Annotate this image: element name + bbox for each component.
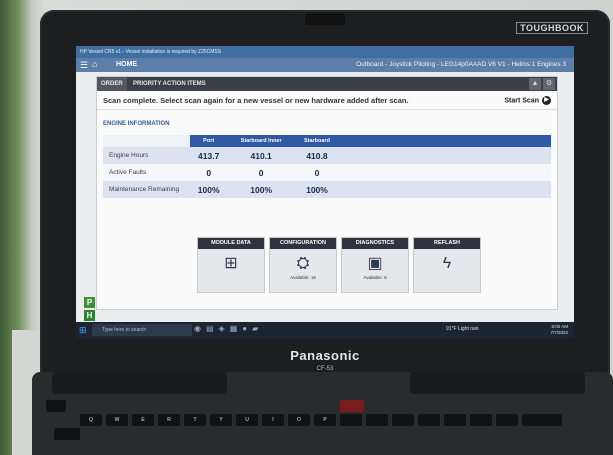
row-label: Engine Hours	[103, 147, 190, 164]
taskbar-clock[interactable]: 8:00 AM 7/7/2022	[550, 324, 568, 336]
start-scan-button[interactable]: Start Scan ▶	[504, 96, 551, 105]
diagnostics-monitor-icon: ▣	[367, 255, 383, 272]
table-cell: 0	[227, 164, 295, 181]
vessel-title: Outboard - Joystick Piloting - LEG14p0AA…	[356, 61, 566, 68]
card-title: CONFIGURATION	[270, 238, 336, 249]
keyboard-key[interactable]: W	[106, 414, 128, 426]
row-fill	[339, 181, 551, 198]
panasonic-logo: Panasonic	[290, 348, 360, 363]
row-label: Active Faults	[103, 164, 190, 181]
scan-message: Scan complete. Select scan again for a n…	[103, 96, 409, 105]
menu-icon[interactable]: ☰	[80, 60, 88, 71]
start-scan-label: Start Scan	[504, 97, 539, 105]
keyboard-key[interactable]: U	[236, 414, 258, 426]
taskbar: ⊞ Type here to search ◉▤◈▦●▰ 91°F Light …	[76, 322, 574, 338]
card-subtitle: Available: 9	[363, 275, 387, 280]
table-row: Maintenance Remaining 100% 100% 100%	[103, 181, 551, 198]
home-label[interactable]: HOME	[116, 61, 137, 68]
reflash-card[interactable]: REFLASH ϟ	[413, 237, 481, 293]
window-titlebar: HP Vessel CR5 v1 - Vessel installation i…	[76, 46, 574, 58]
keyboard-key[interactable]: Y	[210, 414, 232, 426]
screen: HP Vessel CR5 v1 - Vessel installation i…	[76, 46, 574, 338]
keyboard-key[interactable]: O	[288, 414, 310, 426]
taskbar-search[interactable]: Type here to search	[92, 324, 192, 336]
settings-icon[interactable]: ⚙	[543, 78, 555, 90]
clock-date: 7/7/2022	[550, 330, 568, 335]
module-data-card[interactable]: MODULE DATA ⊞	[197, 237, 265, 293]
engine-info-table: Port Starboard Inner Starboard Engine Ho…	[103, 135, 551, 198]
table-row: Active Faults 0 0 0	[103, 164, 551, 181]
module-tree-icon: ⊞	[224, 255, 238, 272]
weather-widget[interactable]: 91°F Light rain	[446, 326, 479, 332]
tab-order[interactable]: ORDER	[97, 77, 127, 91]
tab-bar: ORDER PRIORITY ACTION ITEMS ▲ ⚙	[97, 77, 557, 91]
header-fill	[339, 135, 551, 147]
hinge-right	[410, 372, 585, 394]
toughbook-badge: TOUGHBOOK	[516, 22, 588, 34]
keyboard: Q W E R T Y U I O P	[40, 400, 610, 455]
clock-time: 8:00 AM	[551, 324, 568, 329]
keyboard-key[interactable]	[366, 414, 388, 426]
keyboard-key[interactable]: R	[158, 414, 180, 426]
row-fill	[339, 147, 551, 164]
diagnostics-card[interactable]: DIAGNOSTICS ▣ Available: 9	[341, 237, 409, 293]
table-cell: 413.7	[190, 147, 228, 164]
keyboard-key[interactable]	[470, 414, 492, 426]
tab-priority-action-items[interactable]: PRIORITY ACTION ITEMS	[129, 77, 210, 91]
keyboard-key[interactable]: Q	[80, 414, 102, 426]
keyboard-key[interactable]: E	[132, 414, 154, 426]
keyboard-key[interactable]	[340, 400, 364, 412]
table-row: Engine Hours 413.7 410.1 410.8	[103, 147, 551, 164]
configuration-card[interactable]: CONFIGURATION ⛭ Available: 16	[269, 237, 337, 293]
table-cell: 100%	[227, 181, 295, 198]
keyboard-key[interactable]	[46, 400, 66, 412]
table-cell: 410.1	[227, 147, 295, 164]
engine-info-title: ENGINE INFORMATION	[103, 121, 170, 127]
webcam	[305, 13, 345, 25]
card-subtitle: Available: 16	[290, 275, 316, 280]
row-fill	[339, 164, 551, 181]
keyboard-key[interactable]	[496, 414, 518, 426]
column-header: Starboard	[294, 135, 339, 147]
table-header-row: Port Starboard Inner Starboard	[103, 135, 551, 147]
header-blank	[103, 135, 190, 147]
table-cell: 100%	[294, 181, 339, 198]
keyboard-key[interactable]: T	[184, 414, 206, 426]
side-button-h[interactable]: H	[84, 310, 95, 321]
keyboard-key[interactable]	[340, 414, 362, 426]
keyboard-key[interactable]: I	[262, 414, 284, 426]
scan-status-row: Scan complete. Select scan again for a n…	[97, 91, 557, 110]
main-panel: ORDER PRIORITY ACTION ITEMS ▲ ⚙ Scan com…	[96, 76, 558, 310]
table-cell: 410.8	[294, 147, 339, 164]
play-icon: ▶	[542, 96, 551, 105]
keyboard-key[interactable]	[54, 428, 80, 440]
keyboard-key[interactable]	[522, 414, 562, 426]
row-label: Maintenance Remaining	[103, 181, 190, 198]
photo: TOUGHBOOK HP Vessel CR5 v1 - Vessel inst…	[0, 0, 613, 455]
configuration-icon: ⛭	[296, 255, 310, 272]
laptop-lid: TOUGHBOOK HP Vessel CR5 v1 - Vessel inst…	[40, 10, 610, 395]
windows-start-icon[interactable]: ⊞	[79, 325, 87, 336]
up-arrow-icon[interactable]: ▲	[529, 78, 541, 90]
taskbar-app-icons[interactable]: ◉▤◈▦●▰	[194, 324, 263, 333]
column-header: Starboard Inner	[227, 135, 295, 147]
app-header: ☰ ⌂ HOME Outboard - Joystick Piloting - …	[76, 58, 574, 72]
side-button-p[interactable]: P	[84, 297, 95, 308]
keyboard-key[interactable]	[418, 414, 440, 426]
keyboard-key[interactable]: P	[314, 414, 336, 426]
column-header: Port	[190, 135, 228, 147]
card-title: DIAGNOSTICS	[342, 238, 408, 249]
card-title: REFLASH	[414, 238, 480, 249]
keyboard-key[interactable]	[392, 414, 414, 426]
table-cell: 100%	[190, 181, 228, 198]
table-cell: 0	[294, 164, 339, 181]
table-cell: 0	[190, 164, 228, 181]
keyboard-key[interactable]	[444, 414, 466, 426]
hinge-left	[52, 372, 227, 394]
home-icon[interactable]: ⌂	[92, 59, 97, 69]
card-title: MODULE DATA	[198, 238, 264, 249]
lightning-icon: ϟ	[442, 255, 452, 272]
